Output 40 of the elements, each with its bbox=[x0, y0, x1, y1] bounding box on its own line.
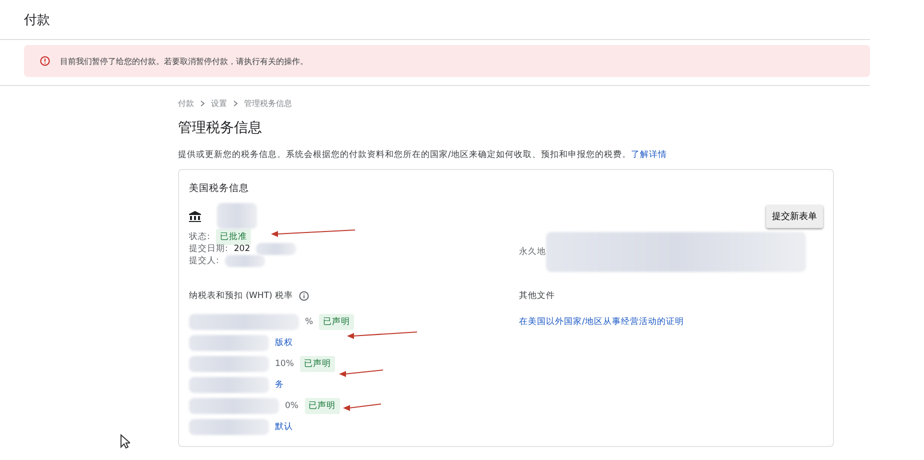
section-title: 纳税表和预扣 (WHT) 税率 bbox=[189, 290, 294, 302]
alert-text: 目前我们暂停了给您的付款。若要取消暂停付款，请执行有关的操作。 bbox=[60, 56, 308, 66]
rate-text: 10% bbox=[275, 359, 294, 369]
status-badge: 已批准 bbox=[216, 229, 251, 245]
status-badge: 已声明 bbox=[300, 356, 335, 372]
form-link[interactable]: 版权 bbox=[275, 337, 293, 349]
field-value: 202 bbox=[234, 244, 250, 254]
breadcrumb-item[interactable]: 付款 bbox=[178, 98, 194, 109]
document-link[interactable]: 在美国以外国家/地区从事经营活动的证明 bbox=[519, 317, 684, 327]
breadcrumb-item: 管理税务信息 bbox=[244, 98, 292, 109]
chevron-icon bbox=[233, 100, 238, 107]
field-label: 状态: bbox=[189, 231, 210, 243]
mouse-cursor-icon bbox=[120, 434, 130, 449]
field-label: 提交人: bbox=[189, 255, 219, 267]
form-link[interactable]: 默认 bbox=[275, 421, 293, 433]
alert-icon bbox=[40, 56, 50, 66]
page-header-title: 付款 bbox=[24, 12, 50, 28]
status-badge: 已声明 bbox=[319, 314, 354, 330]
field-label: 永久地 bbox=[519, 246, 546, 258]
chevron-icon bbox=[200, 100, 205, 107]
info-icon bbox=[299, 291, 310, 301]
section-title: 其他文件 bbox=[519, 290, 555, 302]
redacted-block bbox=[256, 243, 296, 255]
form-link[interactable]: 务 bbox=[275, 379, 284, 391]
redacted-block bbox=[217, 203, 257, 229]
annotation-arrow bbox=[343, 402, 381, 412]
rate-text: 0% bbox=[285, 401, 298, 411]
rate-text: % bbox=[305, 317, 314, 327]
field-label: 提交日期: bbox=[189, 243, 228, 255]
annotation-arrow bbox=[339, 368, 383, 378]
redacted-block bbox=[224, 255, 265, 267]
learn-more-link[interactable]: 了解详情 bbox=[630, 150, 667, 160]
status-badge: 已声明 bbox=[304, 398, 340, 414]
submit-form-button[interactable]: 提交新表单 bbox=[766, 205, 823, 228]
breadcrumb-item[interactable]: 设置 bbox=[211, 98, 227, 109]
page-description: 提供或更新您的税务信息。系统会根据您的付款资料和您所在的国家/地区来确定如何收取、预扣和申报您的税费。了解详情 bbox=[178, 149, 668, 161]
card-title: 美国税务信息 bbox=[189, 182, 250, 195]
bank-icon bbox=[189, 210, 201, 222]
page-title: 管理税务信息 bbox=[178, 119, 263, 137]
annotation-arrow bbox=[347, 330, 417, 340]
